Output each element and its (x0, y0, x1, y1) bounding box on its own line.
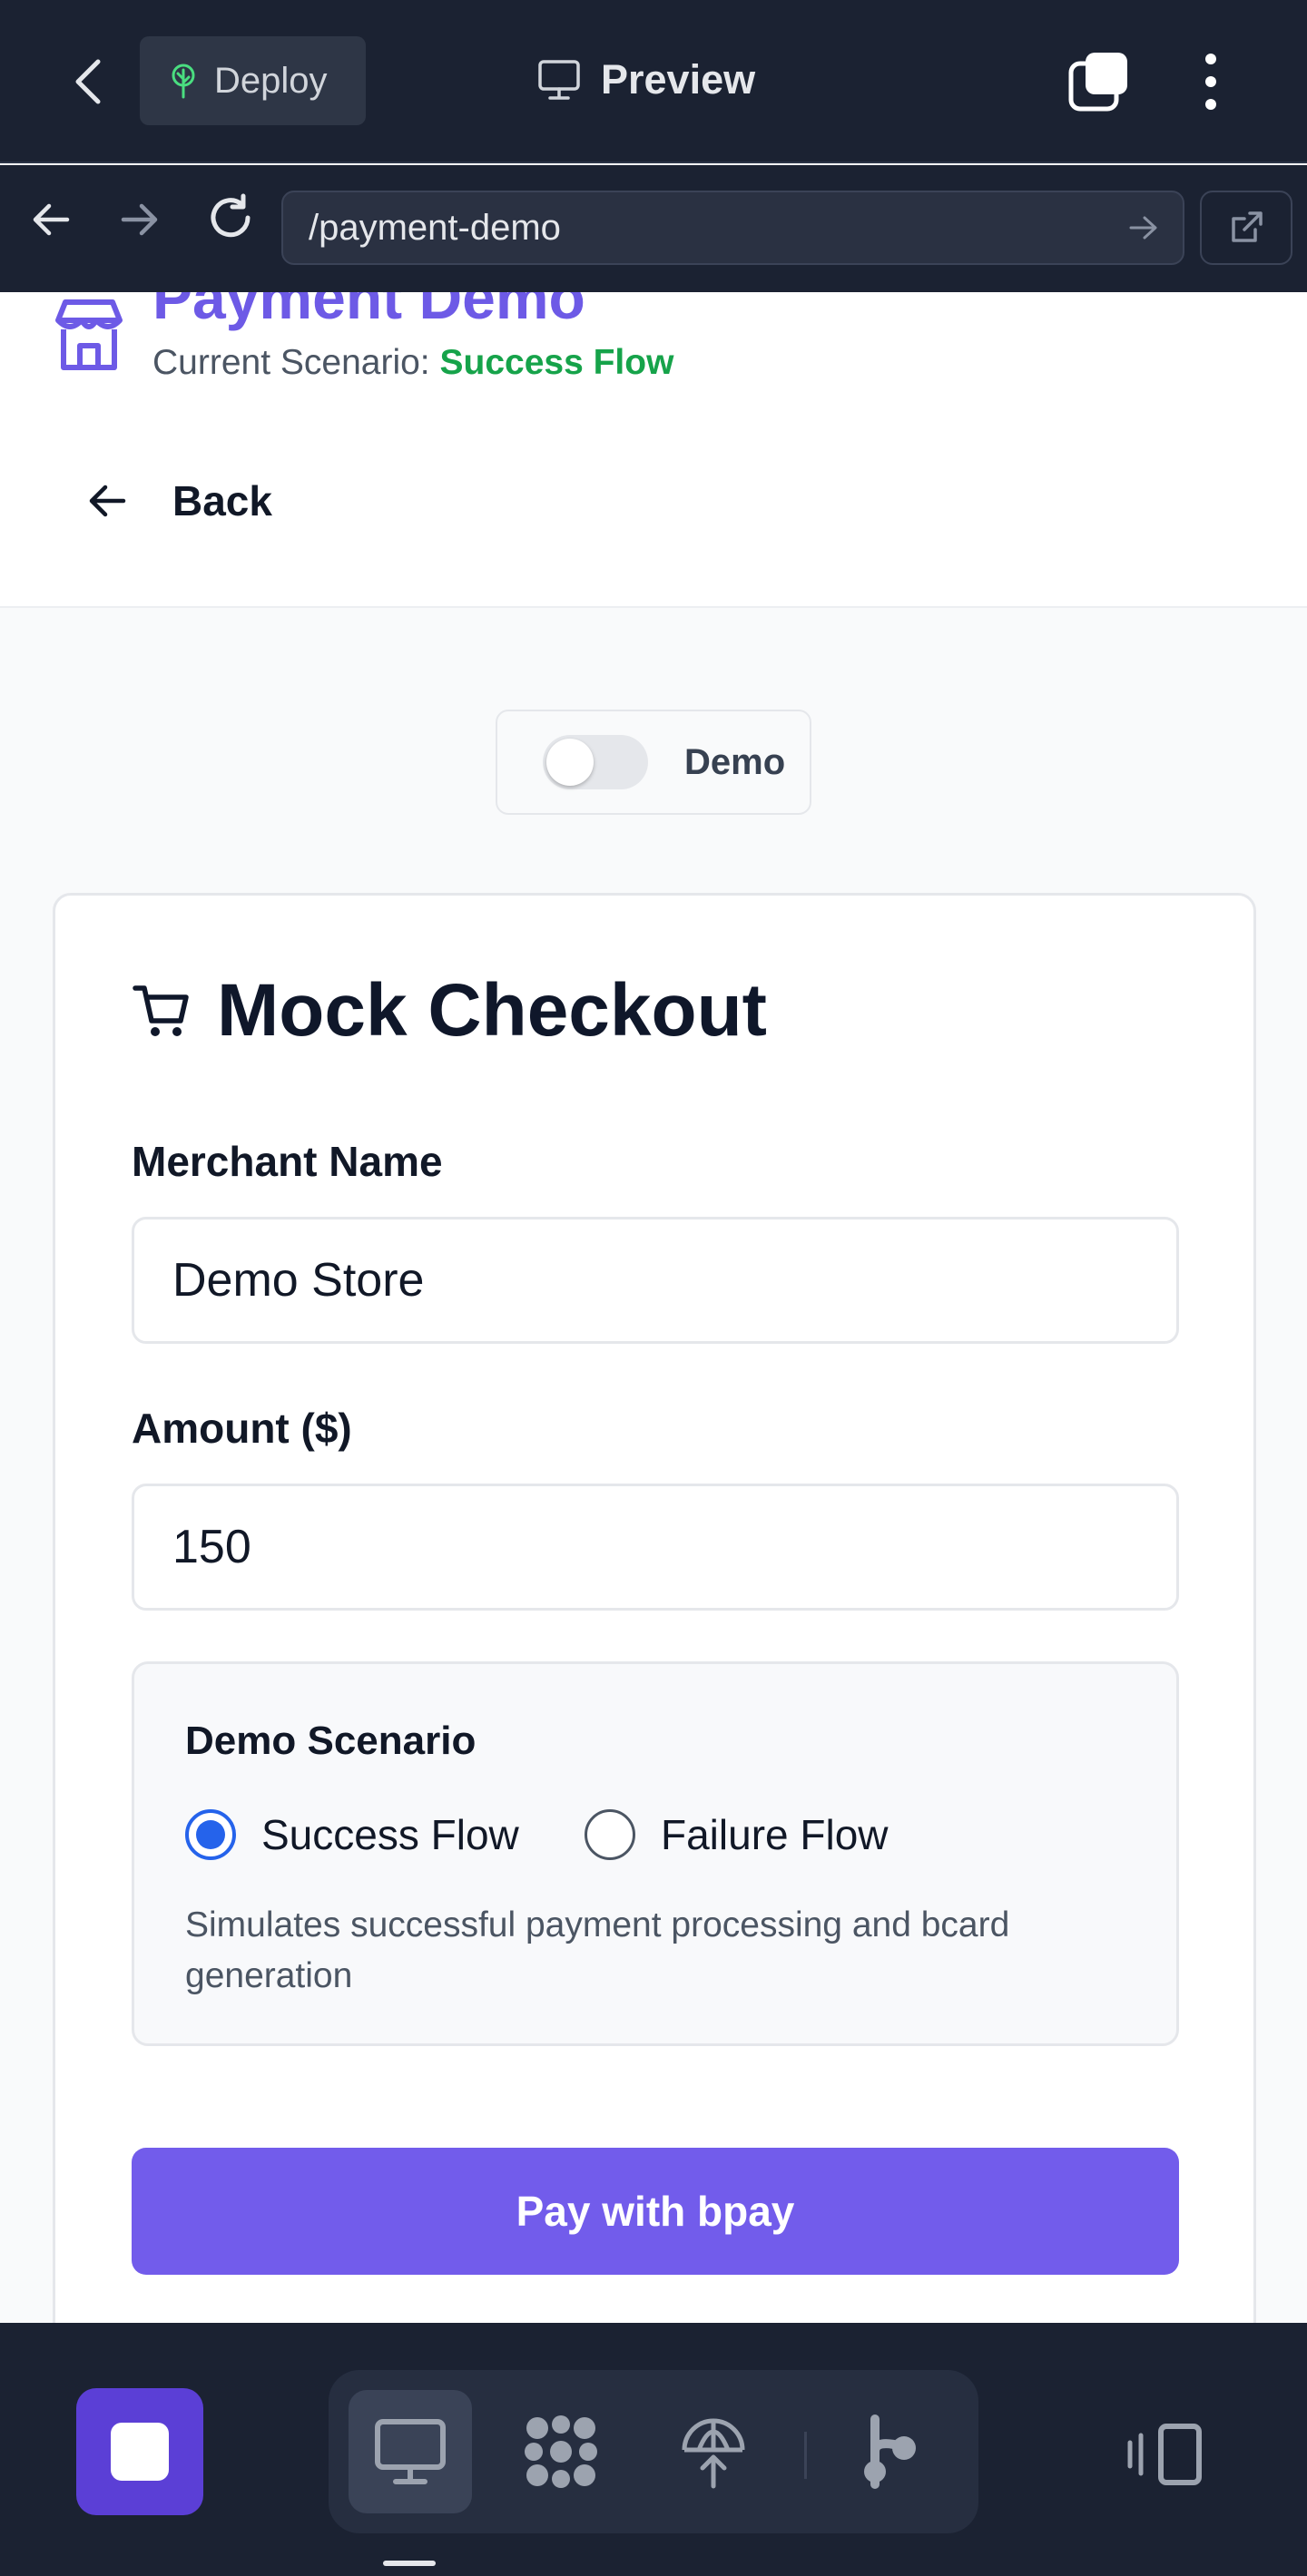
checkout-title: Mock Checkout (132, 968, 767, 1053)
arrow-left-icon (87, 483, 127, 519)
radio-failure-flow[interactable]: Failure Flow (585, 1800, 889, 1869)
radio-success-flow[interactable]: Success Flow (185, 1800, 519, 1869)
scenario-value: Success Flow (439, 343, 674, 382)
switch-knob (546, 739, 594, 786)
tabs-icon[interactable] (1064, 47, 1133, 116)
branch-icon[interactable] (830, 2390, 953, 2513)
tree-icon (167, 63, 200, 99)
monitor-icon (537, 59, 581, 101)
demo-toggle[interactable]: Demo (496, 710, 811, 815)
top-bar: Deploy Preview (0, 0, 1307, 163)
cart-icon (132, 981, 192, 1041)
preview-label: Preview (601, 56, 756, 103)
tool-group (329, 2370, 978, 2533)
scenario-description: Simulates successful payment processing … (185, 1905, 1010, 1995)
scenario-title: Demo Scenario (185, 1719, 477, 1763)
go-arrow-icon[interactable] (1128, 214, 1159, 241)
radio-success-label: Success Flow (261, 1811, 519, 1858)
preview-title: Preview (537, 51, 755, 109)
more-vertical-icon[interactable] (1189, 47, 1233, 116)
back-label: Back (172, 477, 272, 524)
checkout-title-text: Mock Checkout (217, 969, 767, 1052)
deploy-button[interactable]: Deploy (140, 36, 366, 125)
pay-button[interactable]: Pay with bpay (132, 2148, 1179, 2275)
arrow-right-icon[interactable] (113, 192, 167, 247)
monitor-icon[interactable] (349, 2390, 472, 2513)
deploy-label: Deploy (214, 60, 328, 101)
grid-dots-icon[interactable] (499, 2390, 623, 2513)
amount-input[interactable]: 150 (132, 1484, 1179, 1611)
arrow-left-icon[interactable] (24, 192, 78, 247)
scenario-prefix: Current Scenario: (152, 343, 430, 382)
pay-label: Pay with bpay (516, 2188, 795, 2235)
bottom-bar (0, 2323, 1307, 2576)
radio-dot[interactable] (585, 1809, 635, 1860)
radio-failure-label: Failure Flow (661, 1811, 889, 1858)
url-bar: /payment-demo (0, 165, 1307, 292)
external-link-icon[interactable] (1200, 191, 1292, 265)
app-title: Payment Demo (152, 292, 585, 331)
page-header: Payment Demo Current Scenario: Success F… (0, 292, 1307, 608)
demo-scenario-box: Demo Scenario Success Flow Failure Flow … (132, 1661, 1179, 2046)
current-scenario: Current Scenario: Success Flow (152, 343, 673, 383)
globe-upload-icon[interactable] (652, 2390, 775, 2513)
url-text: /payment-demo (309, 207, 561, 248)
merchant-name-input[interactable]: Demo Store (132, 1217, 1179, 1344)
radio-dot[interactable] (185, 1809, 236, 1860)
url-input[interactable]: /payment-demo (281, 191, 1184, 265)
stop-button[interactable] (76, 2388, 203, 2515)
demo-switch[interactable] (543, 735, 648, 789)
back-button[interactable]: Back (87, 465, 272, 537)
layout-icon[interactable] (1120, 2414, 1211, 2495)
home-indicator (383, 2561, 436, 2566)
stop-icon (111, 2423, 169, 2481)
tool-divider (804, 2432, 807, 2479)
reload-icon[interactable] (201, 189, 260, 247)
demo-label: Demo (684, 741, 786, 782)
amount-label: Amount ($) (132, 1405, 352, 1452)
store-icon (51, 294, 127, 376)
checkout-card: Mock Checkout Merchant Name Demo Store A… (53, 893, 1256, 2345)
merchant-label: Merchant Name (132, 1138, 443, 1185)
back-chevron-icon[interactable] (62, 47, 116, 116)
